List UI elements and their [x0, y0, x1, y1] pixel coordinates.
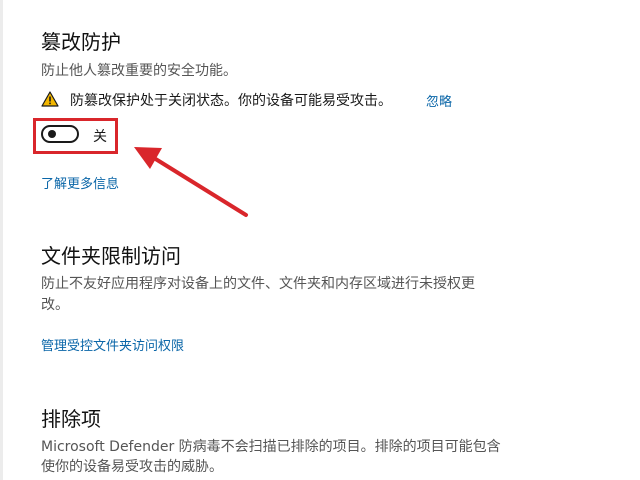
dismiss-link[interactable]: 忽略	[426, 91, 452, 110]
folder-access-title: 文件夹限制访问	[41, 244, 181, 268]
tamper-warning-text: 防篡改保护处于关闭状态。你的设备可能易受攻击。	[70, 93, 392, 109]
annotation-arrow-icon	[134, 147, 248, 217]
manage-folder-access-link[interactable]: 管理受控文件夹访问权限	[41, 335, 184, 354]
left-border	[0, 0, 3, 480]
tamper-protection-description: 防止他人篡改重要的安全功能。	[41, 63, 237, 79]
toggle-state-label: 关	[93, 129, 107, 145]
folder-access-description-line2: 改。	[41, 297, 69, 313]
tamper-protection-toggle[interactable]	[41, 125, 79, 143]
folder-access-description-line1: 防止不友好应用程序对设备上的文件、文件夹和内存区域进行未授权更	[41, 276, 475, 292]
exclusions-description-line2: 使你的设备易受攻击的威胁。	[41, 459, 223, 475]
exclusions-title: 排除项	[41, 407, 101, 431]
warning-icon	[41, 91, 59, 107]
toggle-knob	[48, 130, 56, 138]
learn-more-link[interactable]: 了解更多信息	[41, 173, 119, 192]
tamper-protection-title: 篡改防护	[41, 30, 121, 54]
exclusions-description-line1: Microsoft Defender 防病毒不会扫描已排除的项目。排除的项目可能…	[41, 439, 501, 455]
